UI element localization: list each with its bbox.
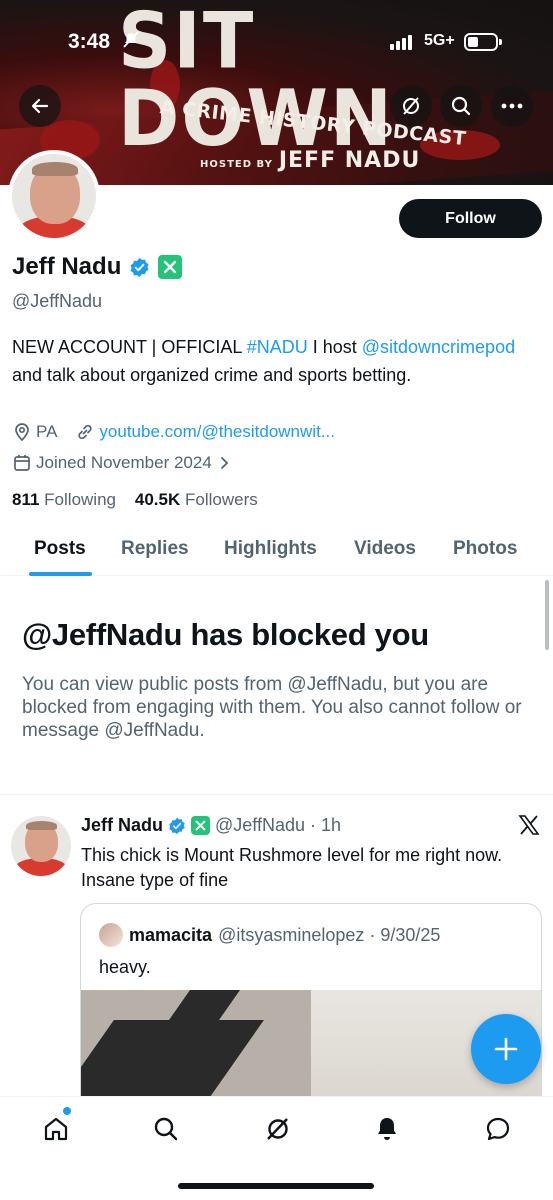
more-button[interactable] xyxy=(491,85,533,127)
quoted-post[interactable]: mamacita @itsyasminelopez · 9/30/25 heav… xyxy=(80,903,542,1113)
grok-icon xyxy=(267,1118,288,1140)
location-pin-icon xyxy=(15,423,29,442)
bio-text: NEW ACCOUNT | OFFICIAL xyxy=(12,337,247,357)
profile-website-link[interactable]: youtube.com/@thesitdownwit... xyxy=(99,422,335,442)
quote-handle-time: @itsyasminelopez · 9/30/25 xyxy=(218,924,441,945)
bell-slash-icon xyxy=(122,31,140,54)
nav-search[interactable] xyxy=(150,1113,182,1145)
banner-hosted-by: HOSTED BY xyxy=(200,159,273,170)
scrollbar[interactable] xyxy=(545,580,549,650)
plus-icon xyxy=(494,1037,518,1061)
bell-icon xyxy=(378,1118,396,1140)
status-bar: 3:48 5G+ xyxy=(0,26,553,60)
quote-author-name: mamacita xyxy=(129,924,213,945)
avatar-hair xyxy=(32,162,78,176)
home-icon xyxy=(44,1117,68,1141)
profile-tabs: Posts Replies Highlights Videos Photos xyxy=(0,530,553,576)
home-indicator xyxy=(178,1183,374,1189)
back-arrow-icon xyxy=(31,98,49,114)
follow-button[interactable]: Follow xyxy=(399,199,542,238)
profile-joined: Joined November 2024 xyxy=(36,453,212,472)
nav-grok[interactable] xyxy=(262,1113,294,1145)
avatar-hair xyxy=(26,821,57,830)
grok-icon xyxy=(403,97,419,115)
followers-stat[interactable]: 40.5K Followers xyxy=(135,490,258,509)
grok-button[interactable] xyxy=(390,85,432,127)
quote-avatar xyxy=(99,923,123,947)
profile-stats: 811 Following 40.5K Followers xyxy=(12,490,258,510)
profile-meta-row: PA youtube.com/@thesitdownwit... xyxy=(12,422,335,442)
compose-button[interactable] xyxy=(471,1014,541,1084)
nav-messages[interactable] xyxy=(482,1113,514,1145)
following-stat[interactable]: 811 Following xyxy=(12,490,116,509)
search-icon xyxy=(154,1117,178,1141)
tab-highlights[interactable]: Highlights xyxy=(224,538,317,560)
followers-label: Followers xyxy=(185,490,258,509)
tab-videos[interactable]: Videos xyxy=(354,538,416,560)
post-author-name[interactable]: Jeff Nadu xyxy=(81,815,163,836)
profile-name-row: Jeff Nadu xyxy=(12,253,183,281)
bio-text: I host xyxy=(307,337,362,357)
active-tab-indicator xyxy=(29,572,92,576)
post-header: Jeff Nadu @JeffNadu · 1h xyxy=(81,815,341,836)
bio-mention-link[interactable]: @sitdowncrimepod xyxy=(362,337,515,357)
bio-hashtag-link[interactable]: #NADU xyxy=(247,337,308,357)
following-count: 811 xyxy=(12,490,40,509)
chevron-right-icon xyxy=(220,457,229,469)
quote-header: mamacita @itsyasminelopez · 9/30/25 xyxy=(99,923,440,947)
calendar-icon xyxy=(14,455,30,471)
affiliate-x-badge-icon[interactable] xyxy=(158,255,183,279)
nav-notifications[interactable] xyxy=(371,1113,403,1145)
search-button[interactable] xyxy=(440,85,482,127)
tab-posts[interactable]: Posts xyxy=(34,538,86,560)
verified-badge-icon[interactable] xyxy=(129,257,150,278)
signal-icon xyxy=(390,34,412,50)
verified-badge-icon xyxy=(169,817,185,834)
quote-text: heavy. xyxy=(99,957,151,977)
nav-home[interactable] xyxy=(40,1113,72,1145)
post-text: This chick is Mount Rushmore level for m… xyxy=(81,845,503,890)
message-icon xyxy=(486,1117,510,1141)
followers-count: 40.5K xyxy=(134,490,181,509)
banner-host: HOSTED BY JEFF NADU xyxy=(200,148,420,173)
link-icon xyxy=(78,424,93,440)
tab-photos[interactable]: Photos xyxy=(453,538,517,560)
search-icon xyxy=(451,96,471,116)
post-handle-time: @JeffNadu · 1h xyxy=(215,815,342,835)
affiliate-x-badge-icon xyxy=(191,816,211,835)
profile-bio: NEW ACCOUNT | OFFICIAL #NADU I host @sit… xyxy=(12,333,542,389)
banner-host-name: JEFF NADU xyxy=(278,148,421,173)
battery-icon xyxy=(464,33,502,51)
bio-text: and talk about organized crime and sport… xyxy=(12,365,412,385)
profile-joined-row[interactable]: Joined November 2024 xyxy=(12,453,230,473)
profile-handle: @JeffNadu xyxy=(12,291,102,311)
more-icon xyxy=(501,103,523,109)
divider xyxy=(0,794,553,795)
network-type: 5G+ xyxy=(424,32,455,49)
tab-replies[interactable]: Replies xyxy=(121,538,189,560)
blocked-message: You can view public posts from @JeffNadu… xyxy=(22,674,522,741)
blocked-title: @JeffNadu has blocked you xyxy=(22,617,429,652)
notification-dot xyxy=(63,1107,71,1115)
following-label: Following xyxy=(44,490,116,509)
status-time: 3:48 xyxy=(68,30,111,53)
post-avatar[interactable] xyxy=(11,816,71,876)
back-button[interactable] xyxy=(19,85,61,127)
x-logo-icon xyxy=(518,815,540,835)
profile-name: Jeff Nadu xyxy=(12,253,122,280)
profile-location: PA xyxy=(36,422,58,441)
profile-avatar[interactable] xyxy=(8,150,100,242)
